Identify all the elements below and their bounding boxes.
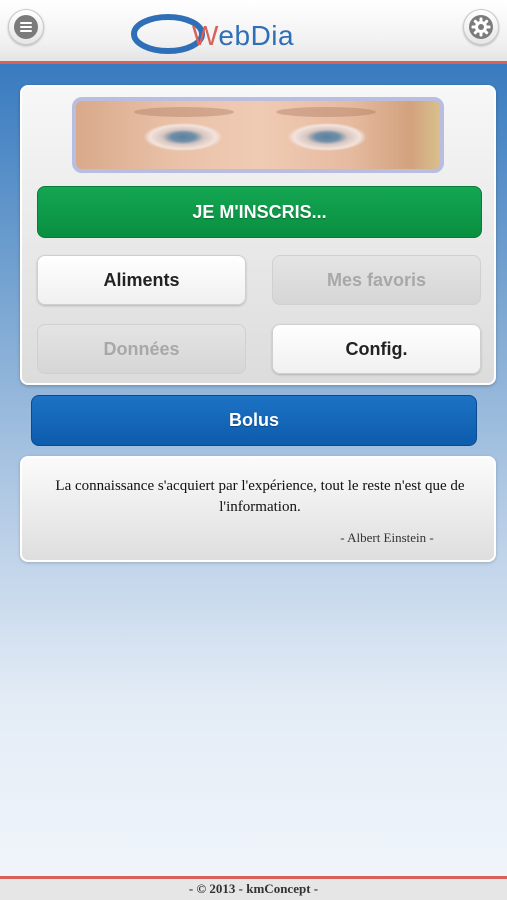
- mes-favoris-button[interactable]: Mes favoris: [272, 255, 481, 305]
- webdia-logo: WebDia: [130, 12, 355, 56]
- menu-button[interactable]: [8, 9, 44, 45]
- quote-author: - Albert Einstein -: [340, 530, 434, 545]
- quote-box: La connaissance s'acquiert par l'expérie…: [20, 456, 496, 562]
- bolus-button[interactable]: Bolus: [31, 395, 477, 446]
- logo-text: WebDia: [192, 20, 295, 51]
- photo-eye-left: [144, 123, 222, 151]
- donnees-button[interactable]: Données: [37, 324, 246, 374]
- settings-button[interactable]: [463, 9, 499, 45]
- eyes-photo: [72, 97, 444, 173]
- main-panel: JE M'INSCRIS... Aliments Mes favoris Don…: [20, 85, 496, 385]
- aliments-button[interactable]: Aliments: [37, 255, 246, 305]
- gear-icon: [469, 15, 493, 39]
- footer-copyright: - © 2013 - kmConcept -: [0, 876, 507, 900]
- photo-brow-right: [276, 107, 376, 117]
- menu-icon: [14, 15, 38, 39]
- photo-eye-right: [288, 123, 366, 151]
- photo-brow-left: [134, 107, 234, 117]
- config-button[interactable]: Config.: [272, 324, 481, 374]
- quote-text: La connaissance s'acquiert par l'expérie…: [55, 478, 465, 515]
- app-header: WebDia: [0, 0, 507, 64]
- register-button[interactable]: JE M'INSCRIS...: [37, 186, 482, 238]
